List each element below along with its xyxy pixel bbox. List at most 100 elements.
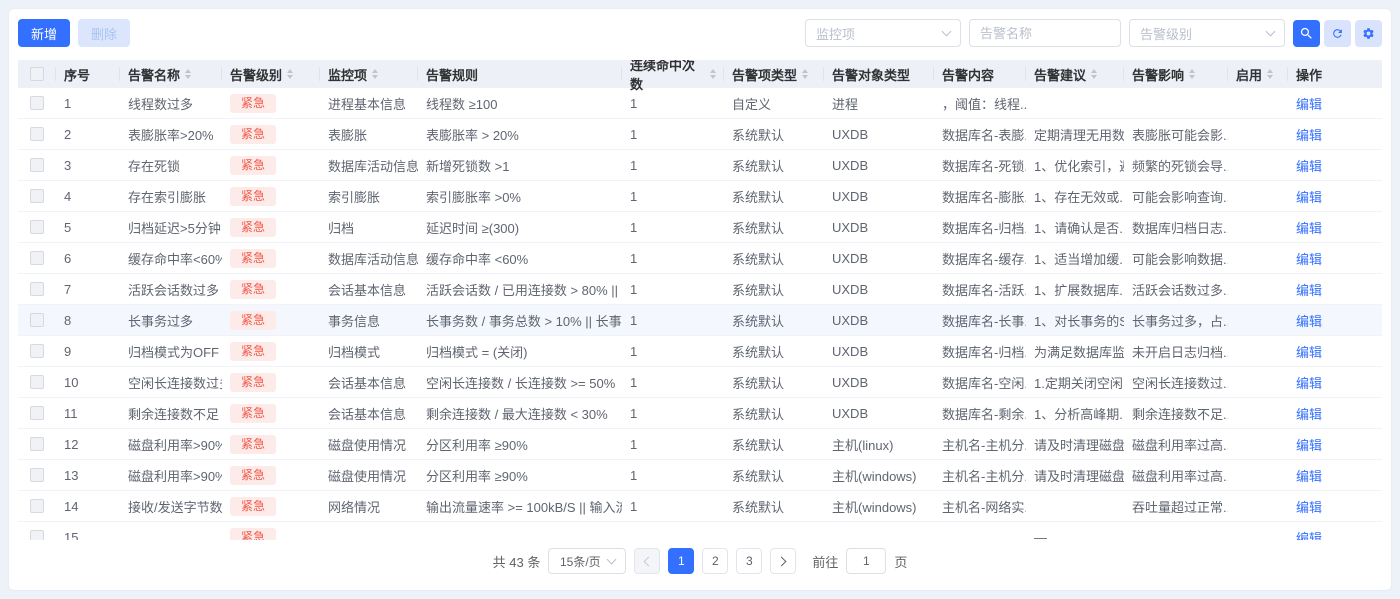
- refresh-button[interactable]: [1324, 20, 1351, 47]
- sort-caret-icon[interactable]: [185, 69, 191, 79]
- alert-level-select[interactable]: 告警级别: [1129, 19, 1285, 47]
- cell-action: 编辑: [1288, 187, 1382, 206]
- row-checkbox[interactable]: [30, 127, 44, 141]
- delete-button[interactable]: 删除: [78, 19, 130, 47]
- cell-monitor: 归档模式: [320, 342, 418, 361]
- cell-hits: 1: [622, 437, 724, 452]
- row-checkbox[interactable]: [30, 437, 44, 451]
- table-header-cell-impact[interactable]: 告警影响: [1124, 60, 1228, 88]
- cell-hits: 1: [622, 468, 724, 483]
- cell-suggestion: 1、存在无效或...: [1026, 187, 1124, 206]
- edit-link[interactable]: 编辑: [1296, 283, 1322, 298]
- cell-level: 紧急: [222, 94, 320, 113]
- edit-link[interactable]: 编辑: [1296, 252, 1322, 267]
- edit-link[interactable]: 编辑: [1296, 314, 1322, 329]
- edit-link[interactable]: 编辑: [1296, 97, 1322, 112]
- table-row[interactable]: 8长事务过多紧急事务信息长事务数 / 事务总数 > 10% || 长事务...1…: [18, 305, 1382, 336]
- cell-suggestion: 1、扩展数据库...: [1026, 280, 1124, 299]
- table-header-cell-enabled[interactable]: 启用: [1228, 60, 1288, 88]
- sort-caret-icon[interactable]: [1189, 69, 1195, 79]
- sort-caret-icon[interactable]: [802, 69, 808, 79]
- cell-monitor: 会话基本信息: [320, 404, 418, 423]
- table-header-cell-name[interactable]: 告警名称: [120, 60, 222, 88]
- edit-link[interactable]: 编辑: [1296, 190, 1322, 205]
- table-row[interactable]: 3存在死锁紧急数据库活动信息新增死锁数 >11系统默认UXDB数据库名-死锁..…: [18, 150, 1382, 181]
- cell-content: 数据库名-空闲...: [934, 373, 1026, 392]
- sort-caret-icon[interactable]: [710, 69, 716, 79]
- table-row[interactable]: 9归档模式为OFF紧急归档模式归档模式 = (关闭)1系统默认UXDB数据库名-…: [18, 336, 1382, 367]
- page-size-select[interactable]: 15条/页: [548, 548, 626, 574]
- edit-link[interactable]: 编辑: [1296, 438, 1322, 453]
- table-header-cell-hits[interactable]: 连续命中次数: [622, 60, 724, 88]
- row-checkbox[interactable]: [30, 96, 44, 110]
- sort-caret-icon[interactable]: [372, 69, 378, 79]
- chevron-down-icon: [1266, 26, 1276, 36]
- edit-link[interactable]: 编辑: [1296, 221, 1322, 236]
- cell-impact: 可能会影响数据...: [1124, 249, 1228, 268]
- cell-level: 紧急: [222, 528, 320, 541]
- edit-link[interactable]: 编辑: [1296, 407, 1322, 422]
- cell-name: 空闲长连接数过多: [120, 373, 222, 392]
- row-checkbox[interactable]: [30, 499, 44, 513]
- row-checkbox[interactable]: [30, 189, 44, 203]
- table-header-cell-item_type[interactable]: 告警项类型: [724, 60, 824, 88]
- row-checkbox[interactable]: [30, 375, 44, 389]
- goto-page-input[interactable]: [846, 548, 886, 574]
- table-row[interactable]: 14接收/发送字节数...紧急网络情况输出流量速率 >= 100kB/S || …: [18, 491, 1382, 522]
- edit-link[interactable]: 编辑: [1296, 376, 1322, 391]
- table-row[interactable]: 13磁盘利用率>90%紧急磁盘使用情况分区利用率 ≥90%1系统默认主机(win…: [18, 460, 1382, 491]
- edit-link[interactable]: 编辑: [1296, 159, 1322, 174]
- chevron-left-icon: [644, 556, 654, 566]
- table-header-cell-monitor[interactable]: 监控项: [320, 60, 418, 88]
- page-button-1[interactable]: 1: [668, 548, 694, 574]
- table-header-cell-suggestion[interactable]: 告警建议: [1026, 60, 1124, 88]
- row-checkbox[interactable]: [30, 406, 44, 420]
- sort-caret-icon[interactable]: [1091, 69, 1097, 79]
- table-header-cell-level[interactable]: 告警级别: [222, 60, 320, 88]
- table-row[interactable]: 5归档延迟>5分钟紧急归档延迟时间 ≥(300)1系统默认UXDB数据库名-归档…: [18, 212, 1382, 243]
- row-checkbox[interactable]: [30, 251, 44, 265]
- row-checkbox[interactable]: [30, 282, 44, 296]
- cell-action: 编辑: [1288, 280, 1382, 299]
- cell-hits: 1: [622, 282, 724, 297]
- row-checkbox[interactable]: [30, 220, 44, 234]
- cell-impact: 剩余连接数不足...: [1124, 404, 1228, 423]
- edit-link[interactable]: 编辑: [1296, 469, 1322, 484]
- row-checkbox[interactable]: [30, 530, 44, 540]
- row-checkbox[interactable]: [30, 468, 44, 482]
- table-row[interactable]: 11剩余连接数不足紧急会话基本信息剩余连接数 / 最大连接数 < 30%1系统默…: [18, 398, 1382, 429]
- cell-select: [18, 251, 56, 265]
- row-checkbox[interactable]: [30, 158, 44, 172]
- sort-caret-icon[interactable]: [287, 69, 293, 79]
- page-button-2[interactable]: 2: [702, 548, 728, 574]
- search-button[interactable]: [1293, 20, 1320, 47]
- cell-rule: 剩余连接数 / 最大连接数 < 30%: [418, 404, 622, 423]
- edit-link[interactable]: 编辑: [1296, 500, 1322, 515]
- monitor-item-select[interactable]: 监控项: [805, 19, 961, 47]
- row-checkbox[interactable]: [30, 313, 44, 327]
- select-all-checkbox[interactable]: [30, 67, 44, 81]
- sort-caret-icon[interactable]: [1267, 69, 1273, 79]
- table-row[interactable]: 12磁盘利用率>90%紧急磁盘使用情况分区利用率 ≥90%1系统默认主机(lin…: [18, 429, 1382, 460]
- next-page-button[interactable]: [770, 548, 796, 574]
- table-row[interactable]: 7活跃会话数过多紧急会话基本信息活跃会话数 / 已用连接数 > 80% || 活…: [18, 274, 1382, 305]
- alert-name-input[interactable]: [969, 19, 1121, 47]
- page-button-3[interactable]: 3: [736, 548, 762, 574]
- edit-link[interactable]: 编辑: [1296, 128, 1322, 143]
- cell-select: [18, 158, 56, 172]
- row-checkbox[interactable]: [30, 344, 44, 358]
- add-button[interactable]: 新增: [18, 19, 70, 47]
- cell-level: 紧急: [222, 342, 320, 361]
- table-row[interactable]: 10空闲长连接数过多紧急会话基本信息空闲长连接数 / 长连接数 >= 50%1系…: [18, 367, 1382, 398]
- edit-link[interactable]: 编辑: [1296, 345, 1322, 360]
- cell-impact: 长事务过多，占...: [1124, 311, 1228, 330]
- settings-button[interactable]: [1355, 20, 1382, 47]
- edit-link[interactable]: 编辑: [1296, 531, 1322, 541]
- table-row[interactable]: 15紧急—编辑: [18, 522, 1382, 540]
- cell-rule: 分区利用率 ≥90%: [418, 435, 622, 454]
- prev-page-button[interactable]: [634, 548, 660, 574]
- table-row[interactable]: 2表膨胀率>20%紧急表膨胀表膨胀率 > 20%1系统默认UXDB数据库名-表膨…: [18, 119, 1382, 150]
- cell-index: 5: [56, 220, 120, 235]
- table-row[interactable]: 6缓存命中率<60%紧急数据库活动信息缓存命中率 <60%1系统默认UXDB数据…: [18, 243, 1382, 274]
- table-row[interactable]: 4存在索引膨胀紧急索引膨胀索引膨胀率 >0%1系统默认UXDB数据库名-膨胀..…: [18, 181, 1382, 212]
